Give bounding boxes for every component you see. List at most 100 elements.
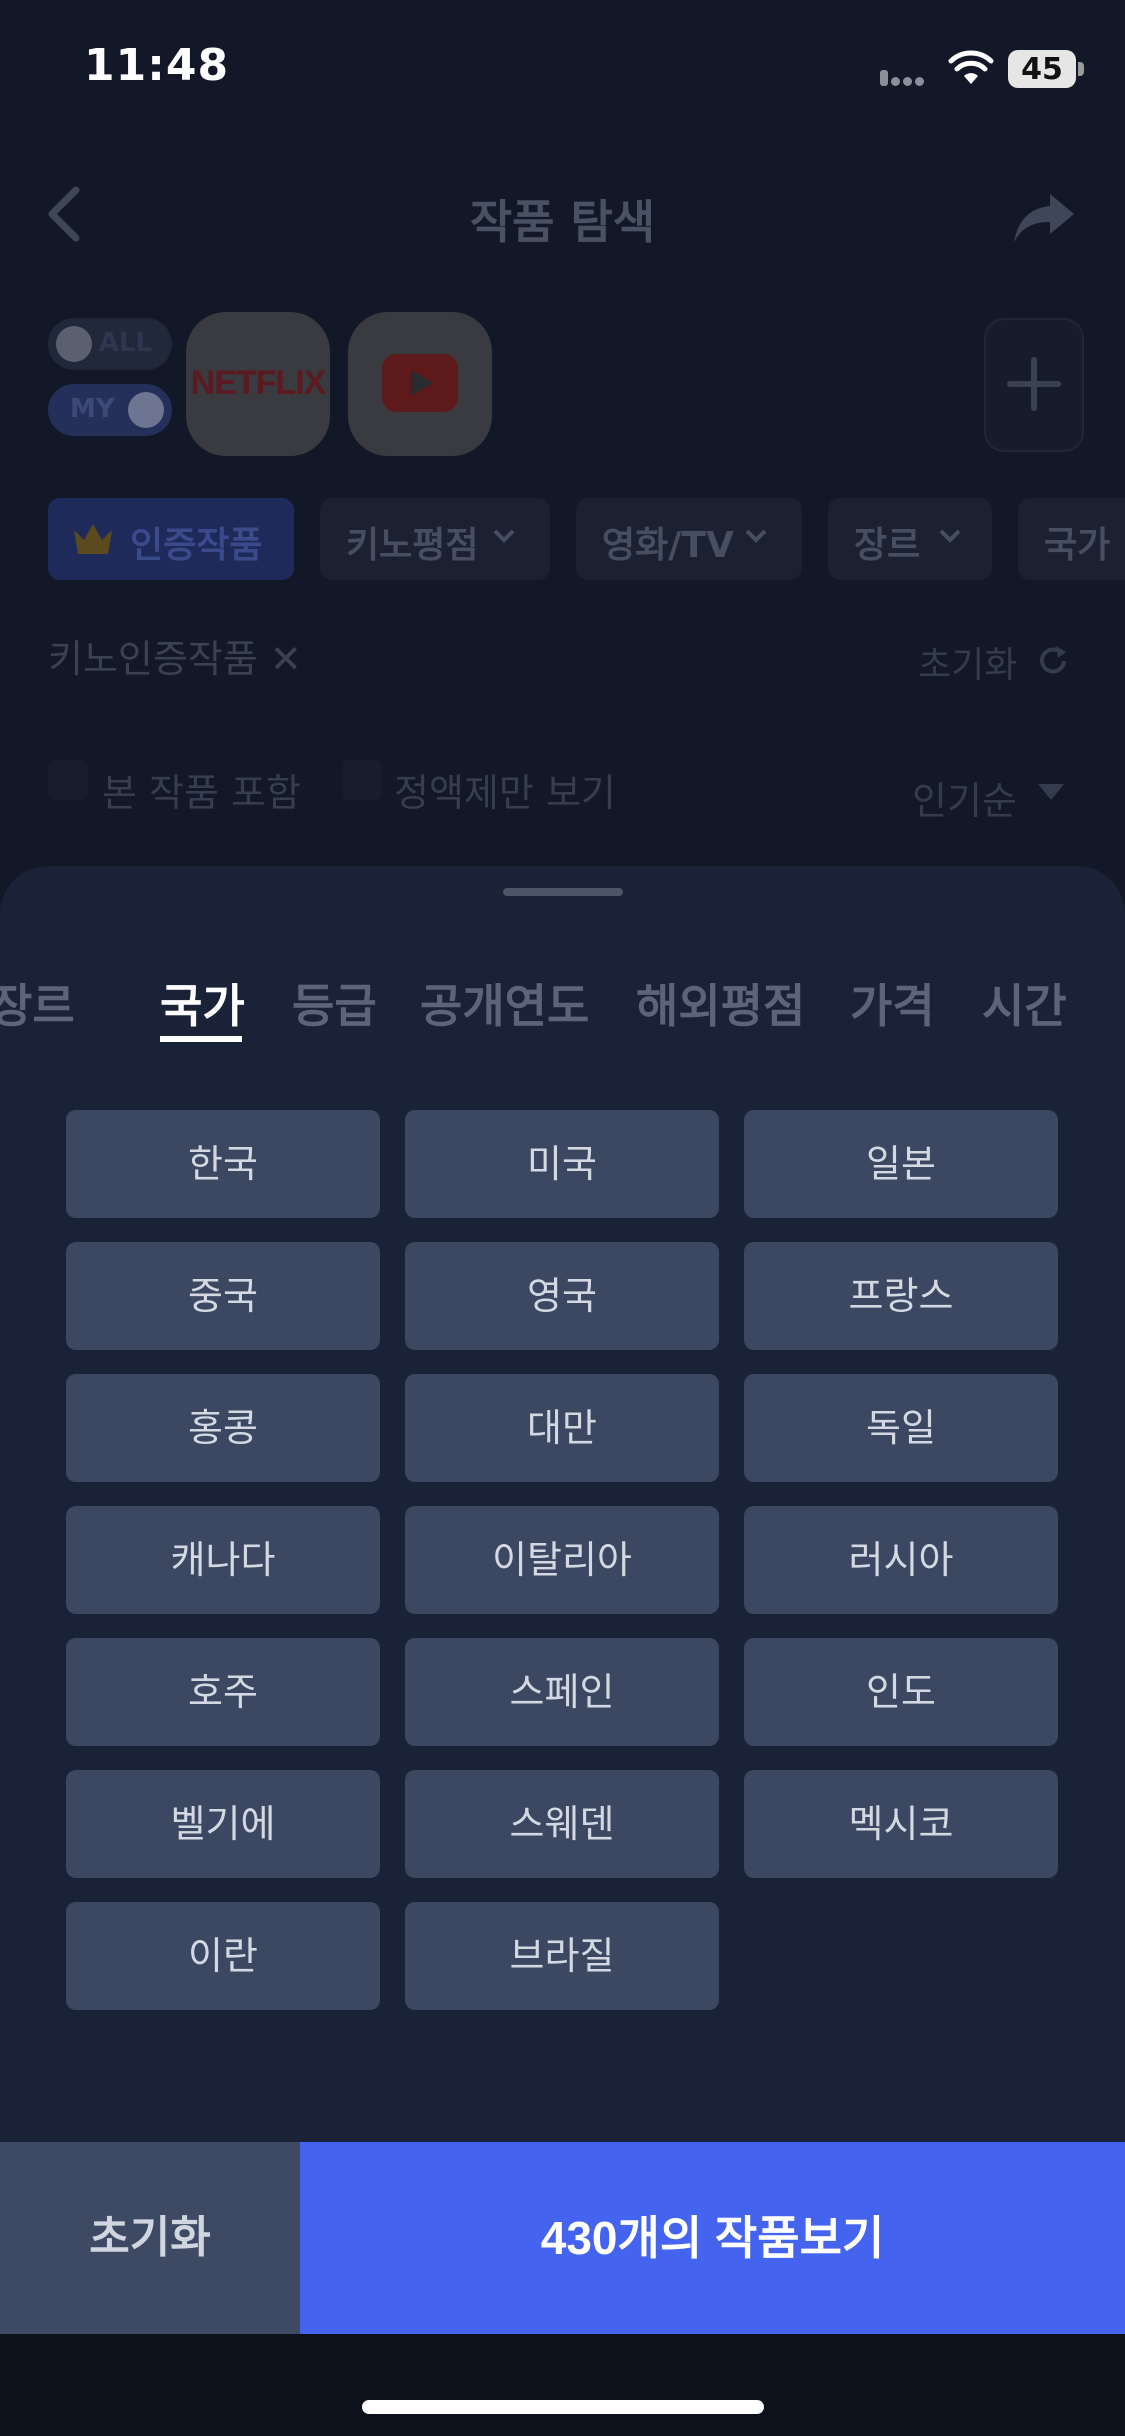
tab-duration[interactable]: 시간 xyxy=(982,970,1067,1036)
add-ott-button[interactable] xyxy=(984,318,1084,452)
chevron-down-icon xyxy=(745,529,767,543)
country-option-label: 캐나다 xyxy=(170,1538,276,1582)
youtube-tile[interactable] xyxy=(348,312,492,456)
reset-filters-link[interactable]: 초기화 xyxy=(918,636,1017,688)
tab-release-year[interactable]: 공개연도 xyxy=(420,970,589,1036)
home-indicator[interactable] xyxy=(362,2400,764,2414)
country-option[interactable]: 멕시코 xyxy=(744,1770,1058,1878)
country-option-label: 인도 xyxy=(866,1670,936,1714)
filter-chip-row: 인증작품 키노평점 영화/TV 장르 국가 xyxy=(0,498,1125,582)
country-option-label: 이탈리아 xyxy=(492,1538,632,1582)
view-results-button[interactable]: 430개의 작품보기 xyxy=(300,2142,1125,2334)
country-option[interactable]: 일본 xyxy=(744,1110,1058,1218)
library-toggle-group: ALL MY xyxy=(48,318,172,440)
active-filter-tag[interactable]: 키노인증작품 ✕ xyxy=(48,628,302,683)
include-watched-label: 본 작품 포함 xyxy=(102,771,301,815)
page-title: 작품 탐색 xyxy=(469,195,656,249)
include-watched-checkbox[interactable] xyxy=(48,760,88,800)
reset-button-label: 초기화 xyxy=(89,2213,211,2262)
chip-movie-tv[interactable]: 영화/TV xyxy=(576,498,802,580)
toggle-knob xyxy=(56,326,92,362)
sheet-grabber[interactable] xyxy=(503,888,623,896)
chip-country[interactable]: 국가 xyxy=(1018,498,1125,580)
plus-icon xyxy=(1007,357,1061,411)
netflix-logo: NETFLIX xyxy=(190,364,327,402)
chevron-down-icon xyxy=(493,529,515,543)
chip-genre[interactable]: 장르 xyxy=(828,498,992,580)
tab-country[interactable]: 국가 xyxy=(160,970,245,1036)
sheet-action-bar: 초기화 430개의 작품보기 xyxy=(0,2142,1125,2334)
country-option-label: 영국 xyxy=(527,1274,597,1318)
refresh-icon[interactable] xyxy=(1036,644,1070,678)
chip-kino-rating[interactable]: 키노평점 xyxy=(320,498,550,580)
youtube-logo-icon xyxy=(382,354,458,412)
chip-label: 장르 xyxy=(854,525,921,566)
chip-label: 국가 xyxy=(1044,525,1111,566)
active-tab-indicator xyxy=(160,1036,242,1042)
country-option[interactable]: 프랑스 xyxy=(744,1242,1058,1350)
chip-label: 인증작품 xyxy=(130,525,263,566)
country-option[interactable]: 홍콩 xyxy=(66,1374,380,1482)
status-time: 11:48 xyxy=(84,40,230,91)
country-option[interactable]: 캐나다 xyxy=(66,1506,380,1614)
country-option[interactable]: 한국 xyxy=(66,1110,380,1218)
country-option-label: 프랑스 xyxy=(848,1274,954,1318)
country-option[interactable]: 대만 xyxy=(405,1374,719,1482)
chip-label: 키노평점 xyxy=(346,525,479,566)
country-option[interactable]: 이란 xyxy=(66,1902,380,2010)
country-option[interactable]: 스웨덴 xyxy=(405,1770,719,1878)
wifi-icon xyxy=(948,50,994,84)
app-screen: 작품 탐색 ALL MY NETFLIX 인증작품 키노평점 영화/TV 장르 … xyxy=(0,0,1125,2436)
chevron-down-icon xyxy=(939,529,961,543)
netflix-tile[interactable]: NETFLIX xyxy=(186,312,330,456)
country-option[interactable]: 스페인 xyxy=(405,1638,719,1746)
chip-certified[interactable]: 인증작품 xyxy=(48,498,294,580)
country-option-label: 벨기에 xyxy=(170,1802,276,1846)
country-option-label: 미국 xyxy=(527,1142,597,1186)
country-option[interactable]: 벨기에 xyxy=(66,1770,380,1878)
country-option-label: 홍콩 xyxy=(188,1406,258,1450)
country-option-label: 일본 xyxy=(866,1142,936,1186)
country-option[interactable]: 중국 xyxy=(66,1242,380,1350)
country-option[interactable]: 독일 xyxy=(744,1374,1058,1482)
tab-price[interactable]: 가격 xyxy=(850,970,935,1036)
country-option-label: 이란 xyxy=(188,1934,258,1978)
cellular-signal-icon xyxy=(880,70,932,86)
country-option-label: 대만 xyxy=(527,1406,597,1450)
flat-rate-label: 정액제만 보기 xyxy=(394,771,616,815)
crown-icon xyxy=(74,524,112,554)
country-option-label: 독일 xyxy=(866,1406,936,1450)
battery-icon: 45 xyxy=(1008,50,1084,88)
chip-label: 영화/TV xyxy=(602,525,734,566)
flat-rate-checkbox[interactable] xyxy=(342,760,382,800)
tab-rating[interactable]: 등급 xyxy=(292,970,377,1036)
country-option-label: 러시아 xyxy=(848,1538,954,1582)
home-indicator-area xyxy=(0,2334,1125,2436)
tab-genre[interactable]: 장르 xyxy=(0,970,75,1036)
reset-button[interactable]: 초기화 xyxy=(0,2142,300,2334)
battery-cap xyxy=(1078,62,1084,76)
country-option[interactable]: 미국 xyxy=(405,1110,719,1218)
battery-body: 45 xyxy=(1008,50,1076,88)
tab-overseas-rating[interactable]: 해외평점 xyxy=(636,970,805,1036)
toggle-knob xyxy=(128,392,164,428)
country-option-label: 중국 xyxy=(188,1274,258,1318)
country-option[interactable]: 영국 xyxy=(405,1242,719,1350)
country-option[interactable]: 브라질 xyxy=(405,1902,719,2010)
battery-level: 45 xyxy=(1021,52,1063,87)
all-toggle[interactable]: ALL xyxy=(48,318,172,370)
country-option-label: 호주 xyxy=(188,1670,258,1714)
country-option[interactable]: 러시아 xyxy=(744,1506,1058,1614)
sort-dropdown[interactable]: 인기순 xyxy=(912,770,1017,825)
country-option-label: 스웨덴 xyxy=(509,1802,615,1846)
my-toggle-label: MY xyxy=(70,394,115,424)
my-toggle[interactable]: MY xyxy=(48,384,172,436)
all-toggle-label: ALL xyxy=(98,328,152,358)
country-option[interactable]: 인도 xyxy=(744,1638,1058,1746)
country-option[interactable]: 호주 xyxy=(66,1638,380,1746)
country-option[interactable]: 이탈리아 xyxy=(405,1506,719,1614)
caret-down-icon xyxy=(1038,784,1064,800)
country-option-label: 한국 xyxy=(188,1142,258,1186)
share-icon[interactable] xyxy=(1012,190,1076,244)
filter-bottom-sheet: 장르 국가 등급 공개연도 해외평점 가격 시간 한국 미국 일본 중국 영국 … xyxy=(0,866,1125,2144)
